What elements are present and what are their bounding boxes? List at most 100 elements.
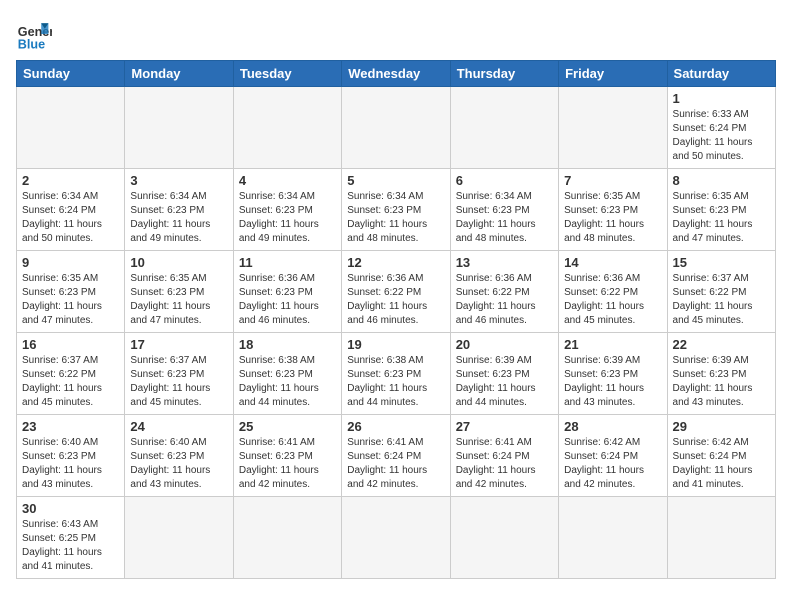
calendar-cell: 4Sunrise: 6:34 AMSunset: 6:23 PMDaylight… (233, 169, 341, 251)
weekday-header: Saturday (667, 61, 775, 87)
weekday-header: Sunday (17, 61, 125, 87)
calendar-cell: 5Sunrise: 6:34 AMSunset: 6:23 PMDaylight… (342, 169, 450, 251)
day-info: Sunrise: 6:40 AMSunset: 6:23 PMDaylight:… (130, 436, 227, 492)
weekday-header: Monday (125, 61, 233, 87)
calendar-cell: 22 Sunrise: 6:39 AMSunset: 6:23 PMDayligh… (667, 333, 775, 415)
calendar-cell: 10Sunrise: 6:35 AMSunset: 6:23 PMDayligh… (125, 251, 233, 333)
calendar-week-row: 9Sunrise: 6:35 AMSunset: 6:23 PMDaylight… (17, 251, 776, 333)
day-info: Sunrise: 6:34 AMSunset: 6:23 PMDaylight:… (130, 190, 227, 246)
page-header: General Blue (16, 16, 776, 52)
day-info: Sunrise: 6:42 AMSunset: 6:24 PMDaylight:… (564, 436, 661, 492)
calendar-cell: 3Sunrise: 6:34 AMSunset: 6:23 PMDaylight… (125, 169, 233, 251)
day-number: 7 (564, 173, 661, 188)
calendar-cell: 11 Sunrise: 6:36 AMSunset: 6:23 PMDayligh… (233, 251, 341, 333)
logo-icon: General Blue (16, 16, 52, 52)
calendar-cell: 19Sunrise: 6:38 AMSunset: 6:23 PMDayligh… (342, 333, 450, 415)
calendar-cell: 27 Sunrise: 6:41 AMSunset: 6:24 PMDayligh… (450, 415, 558, 497)
day-number: 5 (347, 173, 444, 188)
calendar-cell: 24 Sunrise: 6:40 AMSunset: 6:23 PMDayligh… (125, 415, 233, 497)
calendar-cell: 21 Sunrise: 6:39 AMSunset: 6:23 PMDayligh… (559, 333, 667, 415)
day-number: 30 (22, 501, 119, 516)
day-number: 10 (130, 255, 227, 270)
calendar-cell: 17 Sunrise: 6:37 AMSunset: 6:23 PMDayligh… (125, 333, 233, 415)
calendar-cell: 1Sunrise: 6:33 AMSunset: 6:24 PMDaylight… (667, 87, 775, 169)
day-info: Sunrise: 6:36 AMSunset: 6:22 PMDaylight:… (347, 272, 444, 328)
weekday-header: Friday (559, 61, 667, 87)
day-info: Sunrise: 6:34 AMSunset: 6:23 PMDaylight:… (456, 190, 553, 246)
day-number: 1 (673, 91, 770, 106)
calendar-week-row: 2Sunrise: 6:34 AMSunset: 6:24 PMDaylight… (17, 169, 776, 251)
day-info: Sunrise: 6:42 AMSunset: 6:24 PMDaylight:… (673, 436, 770, 492)
calendar-cell: 26 Sunrise: 6:41 AMSunset: 6:24 PMDayligh… (342, 415, 450, 497)
day-number: 26 (347, 419, 444, 434)
day-info: Sunrise: 6:38 AMSunset: 6:23 PMDaylight:… (239, 354, 336, 410)
day-number: 21 (564, 337, 661, 352)
day-info: Sunrise: 6:37 AMSunset: 6:22 PMDaylight:… (22, 354, 119, 410)
day-info: Sunrise: 6:37 AMSunset: 6:23 PMDaylight:… (130, 354, 227, 410)
calendar-cell: 30 Sunrise: 6:43 AMSunset: 6:25 PMDayligh… (17, 497, 125, 579)
day-number: 25 (239, 419, 336, 434)
day-number: 15 (673, 255, 770, 270)
calendar-cell (559, 497, 667, 579)
weekday-header: Thursday (450, 61, 558, 87)
day-info: Sunrise: 6:39 AMSunset: 6:23 PMDaylight:… (564, 354, 661, 410)
calendar-cell (667, 497, 775, 579)
day-number: 27 (456, 419, 553, 434)
day-info: Sunrise: 6:43 AMSunset: 6:25 PMDaylight:… (22, 518, 119, 574)
day-number: 29 (673, 419, 770, 434)
calendar-cell (233, 497, 341, 579)
svg-text:Blue: Blue (18, 37, 45, 51)
day-info: Sunrise: 6:36 AMSunset: 6:23 PMDaylight:… (239, 272, 336, 328)
day-info: Sunrise: 6:41 AMSunset: 6:24 PMDaylight:… (347, 436, 444, 492)
day-number: 11 (239, 255, 336, 270)
calendar-table: SundayMondayTuesdayWednesdayThursdayFrid… (16, 60, 776, 579)
calendar-cell: 23Sunrise: 6:40 AMSunset: 6:23 PMDayligh… (17, 415, 125, 497)
day-number: 12 (347, 255, 444, 270)
calendar-cell: 29 Sunrise: 6:42 AMSunset: 6:24 PMDayligh… (667, 415, 775, 497)
calendar-cell: 2Sunrise: 6:34 AMSunset: 6:24 PMDaylight… (17, 169, 125, 251)
day-number: 28 (564, 419, 661, 434)
day-info: Sunrise: 6:39 AMSunset: 6:23 PMDaylight:… (673, 354, 770, 410)
calendar-cell: 12 Sunrise: 6:36 AMSunset: 6:22 PMDayligh… (342, 251, 450, 333)
calendar-cell (17, 87, 125, 169)
calendar-week-row: 30 Sunrise: 6:43 AMSunset: 6:25 PMDayligh… (17, 497, 776, 579)
calendar-cell (233, 87, 341, 169)
day-number: 22 (673, 337, 770, 352)
day-info: Sunrise: 6:39 AMSunset: 6:23 PMDaylight:… (456, 354, 553, 410)
calendar-header-row: SundayMondayTuesdayWednesdayThursdayFrid… (17, 61, 776, 87)
calendar-cell (125, 87, 233, 169)
day-number: 24 (130, 419, 227, 434)
day-number: 18 (239, 337, 336, 352)
calendar-cell (450, 497, 558, 579)
calendar-cell: 8Sunrise: 6:35 AMSunset: 6:23 PMDaylight… (667, 169, 775, 251)
calendar-cell (342, 87, 450, 169)
day-info: Sunrise: 6:41 AMSunset: 6:23 PMDaylight:… (239, 436, 336, 492)
calendar-cell: 14Sunrise: 6:36 AMSunset: 6:22 PMDayligh… (559, 251, 667, 333)
day-number: 17 (130, 337, 227, 352)
calendar-cell (559, 87, 667, 169)
calendar-cell (450, 87, 558, 169)
calendar-cell (125, 497, 233, 579)
calendar-cell: 7 Sunrise: 6:35 AMSunset: 6:23 PMDaylight… (559, 169, 667, 251)
day-number: 9 (22, 255, 119, 270)
calendar-cell: 6Sunrise: 6:34 AMSunset: 6:23 PMDaylight… (450, 169, 558, 251)
calendar-cell: 28 Sunrise: 6:42 AMSunset: 6:24 PMDayligh… (559, 415, 667, 497)
calendar-cell: 25 Sunrise: 6:41 AMSunset: 6:23 PMDayligh… (233, 415, 341, 497)
day-info: Sunrise: 6:41 AMSunset: 6:24 PMDaylight:… (456, 436, 553, 492)
day-info: Sunrise: 6:37 AMSunset: 6:22 PMDaylight:… (673, 272, 770, 328)
calendar-cell: 9Sunrise: 6:35 AMSunset: 6:23 PMDaylight… (17, 251, 125, 333)
calendar-cell (342, 497, 450, 579)
weekday-header: Tuesday (233, 61, 341, 87)
day-number: 23 (22, 419, 119, 434)
day-info: Sunrise: 6:38 AMSunset: 6:23 PMDaylight:… (347, 354, 444, 410)
calendar-cell: 13Sunrise: 6:36 AMSunset: 6:22 PMDayligh… (450, 251, 558, 333)
weekday-header: Wednesday (342, 61, 450, 87)
day-number: 8 (673, 173, 770, 188)
day-number: 20 (456, 337, 553, 352)
day-info: Sunrise: 6:36 AMSunset: 6:22 PMDaylight:… (564, 272, 661, 328)
day-info: Sunrise: 6:35 AMSunset: 6:23 PMDaylight:… (564, 190, 661, 246)
calendar-week-row: 16Sunrise: 6:37 AMSunset: 6:22 PMDayligh… (17, 333, 776, 415)
calendar-cell: 15 Sunrise: 6:37 AMSunset: 6:22 PMDayligh… (667, 251, 775, 333)
logo: General Blue (16, 16, 58, 52)
day-info: Sunrise: 6:34 AMSunset: 6:24 PMDaylight:… (22, 190, 119, 246)
